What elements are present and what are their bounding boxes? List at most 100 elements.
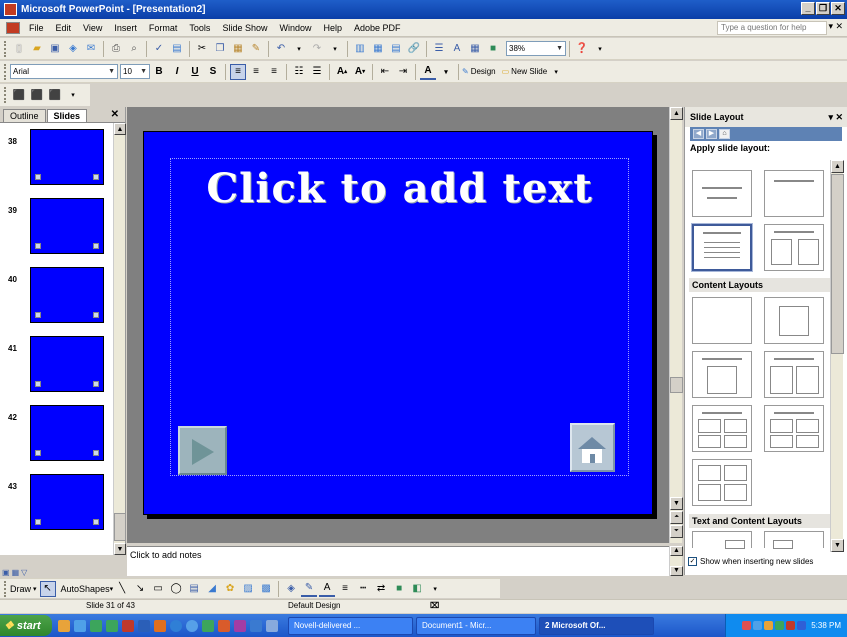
line-style-icon[interactable]: ≡ [337, 581, 353, 597]
slides-scrollbar[interactable]: ▲ ▼ [113, 123, 126, 555]
scroll-up-icon[interactable]: ▲ [831, 160, 844, 173]
layout-title-and-two-content[interactable] [764, 351, 824, 398]
show-formatting-icon[interactable]: A [449, 41, 465, 57]
scroll-down-icon[interactable]: ▼ [670, 497, 683, 510]
tray-icon[interactable] [753, 621, 763, 630]
toolbar-grip[interactable] [4, 63, 7, 80]
shadow-icon[interactable]: S [205, 64, 221, 80]
scrollbar-thumb[interactable] [114, 513, 126, 541]
toolbar-options-icon[interactable]: ▾ [592, 41, 608, 57]
layout-four-content[interactable] [692, 459, 752, 506]
quick-launch-icon[interactable] [106, 619, 118, 632]
layout-blank[interactable] [692, 297, 752, 344]
close-button[interactable]: ✕ [831, 2, 845, 15]
copy-icon[interactable]: ❐ [212, 41, 228, 57]
font-color-draw-icon[interactable]: A [319, 581, 336, 597]
format-painter-icon[interactable]: ✎ [248, 41, 264, 57]
notes-scrollbar[interactable]: ▲ ▼ [669, 546, 683, 576]
layout-title-text-content[interactable] [692, 531, 752, 549]
task-pane-menu-icon[interactable]: ▾ ✕ [828, 112, 843, 123]
expand-all-icon[interactable]: ☰ [431, 41, 447, 57]
menu-format[interactable]: Format [143, 23, 184, 33]
layout-content[interactable] [764, 297, 824, 344]
quick-launch-icon[interactable] [202, 619, 214, 632]
slide-thumbnail[interactable] [30, 336, 104, 392]
undo-icon[interactable]: ↶ [273, 41, 289, 57]
action-button-forward[interactable] [178, 426, 227, 475]
menu-adobe-pdf[interactable]: Adobe PDF [348, 23, 407, 33]
draw-menu[interactable]: Draw [10, 584, 31, 594]
menu-file[interactable]: File [23, 23, 50, 33]
numbering-icon[interactable]: ☷ [291, 64, 307, 80]
scrollbar-thumb[interactable] [831, 174, 844, 354]
scroll-up-icon[interactable]: ▲ [670, 546, 683, 556]
home-icon[interactable]: ⌂ [719, 129, 730, 139]
spelling-icon[interactable]: ✓ [151, 41, 167, 57]
help-search-input[interactable]: Type a question for help [717, 21, 827, 35]
dash-style-icon[interactable]: ┅ [355, 581, 371, 597]
tray-icon[interactable] [797, 621, 807, 630]
quick-launch-icon[interactable] [266, 619, 278, 632]
tab-outline[interactable]: Outline [3, 109, 46, 122]
slide-title-text[interactable]: Click to add text [170, 165, 629, 212]
start-button[interactable]: ❖ start [0, 615, 52, 636]
quick-launch-icon[interactable] [90, 619, 102, 632]
tray-icon[interactable] [775, 621, 785, 630]
quick-launch-icon[interactable] [186, 619, 198, 632]
menu-help[interactable]: Help [317, 23, 348, 33]
tables-borders-icon[interactable]: ▤ [388, 41, 404, 57]
tray-icon[interactable] [786, 621, 796, 630]
layout-title-and-content[interactable] [692, 351, 752, 398]
menu-tools[interactable]: Tools [183, 23, 216, 33]
zoom-select[interactable]: 38% ▼ [506, 41, 566, 56]
wordart-icon[interactable]: ◢ [204, 581, 220, 597]
toolbar-options-icon[interactable]: ▾ [427, 581, 443, 597]
previous-slide-icon[interactable]: ⏶ [670, 511, 683, 524]
slide-thumbnail[interactable] [30, 267, 104, 323]
toolbar-grip[interactable] [4, 580, 7, 597]
fill-color-icon[interactable]: ◈ [283, 581, 299, 597]
redo-dropdown-icon[interactable]: ▾ [327, 41, 343, 57]
scrollbar-thumb[interactable] [670, 377, 683, 393]
increase-font-icon[interactable]: A ▴ [334, 64, 350, 80]
scroll-up-icon[interactable]: ▲ [114, 123, 126, 135]
layout-title-four-content[interactable] [764, 405, 824, 452]
toolbar-grip[interactable] [4, 40, 7, 57]
notes-pane[interactable]: Click to add notes [127, 546, 682, 576]
open-icon[interactable]: ▰ [29, 41, 45, 57]
document-close-icon[interactable]: ▾ ✕ [828, 21, 843, 32]
research-icon[interactable]: ▤ [169, 41, 185, 57]
decrease-font-icon[interactable]: A ▾ [352, 64, 368, 80]
taskbar-item-novell[interactable]: Novell-delivered ... [288, 616, 413, 635]
show-when-inserting-option[interactable]: ✓ Show when inserting new slides [688, 557, 813, 566]
document-icon[interactable] [6, 21, 20, 34]
clip-art-icon[interactable]: ▨ [240, 581, 256, 597]
help-icon[interactable]: ❓ [574, 41, 590, 57]
insert-hyperlink-icon[interactable]: 🔗 [406, 41, 422, 57]
back-icon[interactable]: ◀ [693, 129, 704, 139]
print-preview-icon[interactable]: ⌕ [126, 41, 142, 57]
font-color-dropdown-icon[interactable]: ▾ [438, 64, 454, 80]
taskbar-item-powerpoint[interactable]: 2 Microsoft Of... [539, 616, 654, 635]
restore-button[interactable]: ❐ [816, 2, 830, 15]
clock[interactable]: 5:38 PM [811, 621, 841, 630]
tab-slides[interactable]: Slides [46, 109, 88, 122]
convert-and-email-icon[interactable]: ⬛ [29, 87, 45, 103]
redo-icon[interactable]: ↷ [309, 41, 325, 57]
slide-scrollbar[interactable]: ▲ ▼ ⏶ ⏷ [669, 107, 683, 543]
picture-icon[interactable]: ▩ [258, 581, 274, 597]
email-icon[interactable]: ✉ [83, 41, 99, 57]
quick-launch-icon[interactable] [250, 619, 262, 632]
grid-icon[interactable]: ▦ [467, 41, 483, 57]
layout-title-content-over-two[interactable] [692, 405, 752, 452]
line-icon[interactable]: ╲ [114, 581, 130, 597]
layout-title-only[interactable] [764, 170, 824, 217]
minimize-button[interactable]: _ [801, 2, 815, 15]
align-left-icon[interactable]: ≡ [230, 63, 246, 80]
spelling-status-icon[interactable]: ⌧ [430, 601, 439, 610]
menu-slide-show[interactable]: Slide Show [216, 23, 273, 33]
quick-launch-icon[interactable] [218, 619, 230, 632]
toolbar-options-icon[interactable]: ▾ [65, 87, 81, 103]
normal-view-icon[interactable]: ▣ [2, 568, 10, 577]
bold-icon[interactable]: B [151, 64, 167, 80]
